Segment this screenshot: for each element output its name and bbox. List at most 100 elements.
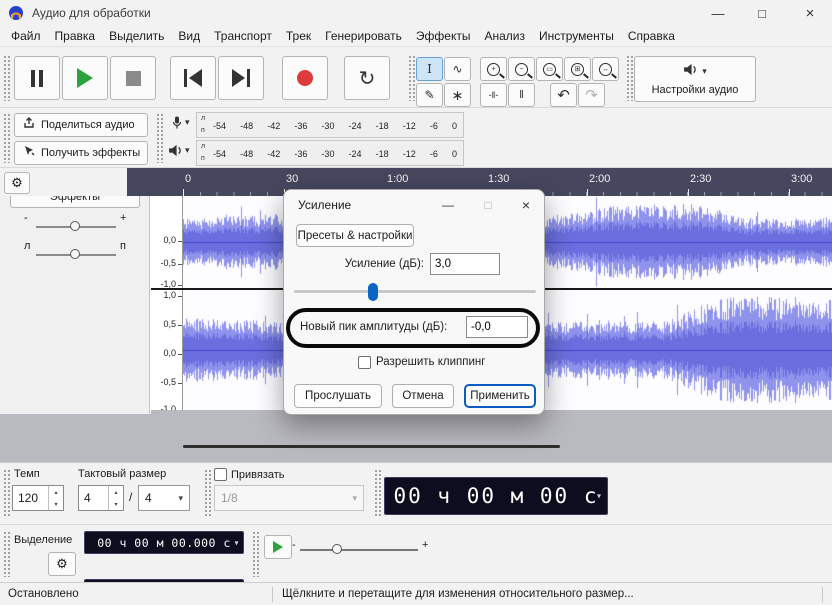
zoom-fit-button[interactable]: ⊞ — [564, 57, 591, 81]
zoom-selection-button[interactable]: ▭ — [536, 57, 563, 81]
selection-start-display[interactable]: 00 ч 00 м 00.000 с ▾ — [84, 531, 244, 554]
menu-item-9[interactable]: Инструменты — [532, 26, 621, 46]
tempo-spin-up-icon[interactable]: ▴ — [49, 486, 63, 498]
dialog-minimize-button[interactable]: — — [432, 192, 464, 218]
audio-position-display[interactable]: 00 ч 00 м 00 с ▾ — [384, 477, 608, 515]
tempo-spin-down-icon[interactable]: ▾ — [49, 498, 63, 510]
meters-grip[interactable] — [156, 113, 163, 163]
gain-slider-thumb[interactable] — [70, 221, 80, 231]
draw-tool-button[interactable]: ✎ — [416, 83, 443, 107]
menu-item-1[interactable]: Правка — [48, 26, 103, 46]
dialog-maximize-button[interactable]: □ — [472, 192, 504, 218]
track-control-panel[interactable]: Эффекты - + л п — [0, 196, 150, 414]
skip-start-button[interactable] — [170, 56, 216, 100]
tools-grip[interactable] — [408, 55, 415, 101]
meter-scale-label: -30 — [321, 149, 334, 159]
play-at-speed-button[interactable] — [264, 535, 292, 559]
play-speed-slider-thumb[interactable] — [332, 544, 342, 554]
horizontal-scrollbar-thumb[interactable] — [183, 445, 560, 448]
loop-button[interactable]: ↻ — [344, 56, 390, 100]
position-grip[interactable] — [374, 469, 381, 517]
selection-tool-button[interactable]: I — [416, 57, 443, 81]
share-grip[interactable] — [3, 113, 10, 163]
track-effects-button[interactable]: Эффекты — [10, 196, 140, 208]
zoom-selection-icon: ▭ — [543, 63, 556, 76]
amplification-input[interactable] — [430, 253, 500, 275]
menu-item-10[interactable]: Справка — [621, 26, 682, 46]
share-audio-button[interactable]: Поделиться аудио — [14, 113, 148, 137]
menu-item-8[interactable]: Анализ — [477, 26, 532, 46]
redo-button[interactable]: ↷ — [578, 83, 605, 107]
preview-button[interactable]: Прослушать — [294, 384, 382, 408]
beats-stepper[interactable]: 4 ▴▾ — [78, 485, 124, 511]
menu-item-0[interactable]: Файл — [4, 26, 48, 46]
position-chevron-down-icon[interactable]: ▾ — [597, 492, 603, 501]
multi-tool-button[interactable]: ∗ — [444, 83, 471, 107]
snap-checkbox[interactable] — [214, 468, 227, 481]
beats-spin-down-icon[interactable]: ▾ — [109, 498, 123, 510]
new-peak-input[interactable] — [466, 316, 528, 338]
menu-item-5[interactable]: Трек — [279, 26, 318, 46]
timeline-tick-label: 2:00 — [589, 173, 610, 185]
snap-grip[interactable] — [204, 469, 211, 517]
tempo-label: Темп — [14, 468, 40, 480]
cancel-button[interactable]: Отмена — [392, 384, 454, 408]
record-button[interactable] — [282, 56, 328, 100]
multi-tool-icon: ∗ — [452, 87, 464, 104]
presets-settings-button[interactable]: Пресеты & настройки — [296, 224, 414, 247]
pan-slider-thumb[interactable] — [70, 249, 80, 259]
undo-button[interactable]: ↶ — [550, 83, 577, 107]
record-meter-dropdown-icon[interactable]: ▾ — [185, 117, 190, 128]
menu-item-4[interactable]: Транспорт — [207, 26, 279, 46]
close-button[interactable]: × — [788, 0, 832, 26]
record-meter[interactable]: л п -54-48-42-36-30-24-18-12-60 — [196, 112, 464, 138]
play-speed-grip[interactable] — [252, 531, 259, 577]
apply-button[interactable]: Применить — [464, 384, 536, 408]
pause-button[interactable] — [14, 56, 60, 100]
snap-select[interactable]: 1/8 ▾ — [214, 485, 364, 511]
amplitude-ruler[interactable]: 0,0-0,5-1,01,00,50,0-0,5-1,0 — [151, 196, 183, 414]
selection-start-chevron-icon[interactable]: ▾ — [234, 538, 239, 547]
zoom-out-button[interactable]: − — [508, 57, 535, 81]
zoom-toggle-button[interactable]: ↔ — [592, 57, 619, 81]
play-button[interactable] — [62, 56, 108, 100]
minimize-button[interactable]: — — [696, 0, 740, 26]
play-speed-slider[interactable] — [300, 549, 418, 551]
selection-options-button[interactable]: ⚙ — [48, 552, 76, 576]
amplification-slider-thumb[interactable] — [368, 283, 378, 301]
get-effects-button[interactable]: Получить эффекты — [14, 141, 148, 165]
note-value-select[interactable]: 4 ▾ — [138, 485, 190, 511]
envelope-tool-button[interactable]: ∿ — [444, 57, 471, 81]
selection-grip[interactable] — [3, 531, 10, 577]
amplitude-ruler-tick — [178, 285, 182, 286]
allow-clipping-checkbox[interactable] — [358, 356, 371, 369]
playback-meter-dropdown-icon[interactable]: ▾ — [185, 145, 190, 156]
audio-setup-label: Настройки аудио — [652, 84, 739, 96]
amplification-slider[interactable] — [294, 290, 536, 293]
toolbar-grip[interactable] — [3, 55, 10, 101]
playback-meter[interactable]: л п -54-48-42-36-30-24-18-12-60 — [196, 140, 464, 166]
maximize-button[interactable]: □ — [740, 0, 784, 26]
menu-item-2[interactable]: Выделить — [102, 26, 171, 46]
menu-item-3[interactable]: Вид — [171, 26, 207, 46]
audio-setup-grip[interactable] — [626, 55, 633, 101]
amplitude-ruler-tick — [178, 354, 182, 355]
stop-icon — [126, 71, 141, 86]
menu-item-6[interactable]: Генерировать — [318, 26, 409, 46]
beats-spin-up-icon[interactable]: ▴ — [109, 486, 123, 498]
title-bar[interactable]: Аудио для обработки — □ × — [0, 0, 832, 26]
timeline-options-button[interactable]: ⚙ — [4, 172, 30, 194]
stop-button[interactable] — [110, 56, 156, 100]
trim-audio-button[interactable]: -‖- — [480, 83, 507, 107]
silence-audio-button[interactable]: ‖ — [508, 83, 535, 107]
menu-item-7[interactable]: Эффекты — [409, 26, 478, 46]
zoom-in-button[interactable]: + — [480, 57, 507, 81]
amplitude-ruler-label: 1,0 — [163, 291, 176, 300]
selection-label: Выделение — [14, 534, 72, 546]
status-state: Остановлено — [8, 588, 79, 600]
dialog-close-button[interactable]: × — [510, 192, 542, 218]
audio-setup-button[interactable]: ▾ Настройки аудио — [634, 56, 756, 102]
skip-end-button[interactable] — [218, 56, 264, 100]
tempo-stepper[interactable]: 120 ▴▾ — [12, 485, 64, 511]
tempo-grip[interactable] — [3, 469, 10, 517]
